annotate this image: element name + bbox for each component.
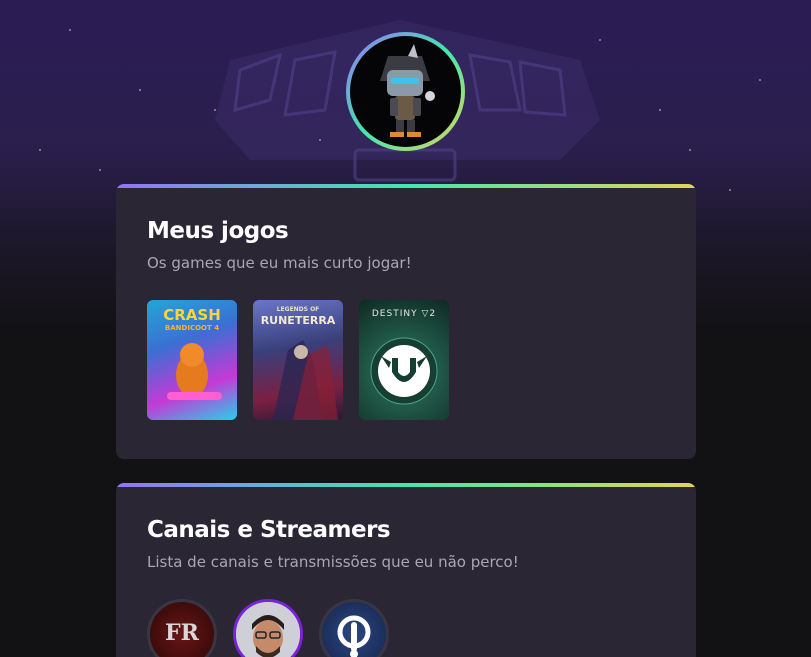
streamers-title: Canais e Streamers [147,517,391,543]
games-card: Meus jogos Os games que eu mais curto jo… [116,184,696,459]
person-avatar-icon [236,602,300,657]
profile-avatar[interactable] [346,32,465,151]
game-cover-runeterra[interactable]: LEGENDS OF RUNETERRA [253,300,343,420]
streamers-list: FR [147,599,389,657]
streamer-initials: FR [165,620,199,646]
destiny-logo-icon [370,337,438,405]
game-cover-crash[interactable]: CRASH BANDICOOT 4 [147,300,237,420]
cayde-character-icon [380,44,435,137]
streamers-subtitle: Lista de canais e transmissões que eu nã… [147,553,519,571]
streamer-avatar-2[interactable] [233,599,303,657]
streamers-card: Canais e Streamers Lista de canais e tra… [116,483,696,657]
games-list: CRASH BANDICOOT 4 LEGENDS OF RUNETERRA D… [147,300,449,420]
channel-logo-icon [337,615,371,657]
crash-character-icon [167,343,222,400]
streamer-avatar-3[interactable] [319,599,389,657]
game-cover-destiny[interactable]: DESTINY ▽2 [359,300,449,420]
avatar-image [350,36,461,147]
runeterra-art-icon [273,340,338,420]
games-subtitle: Os games que eu mais curto jogar! [147,254,412,272]
streamer-avatar-fr[interactable]: FR [147,599,217,657]
games-title: Meus jogos [147,218,289,244]
